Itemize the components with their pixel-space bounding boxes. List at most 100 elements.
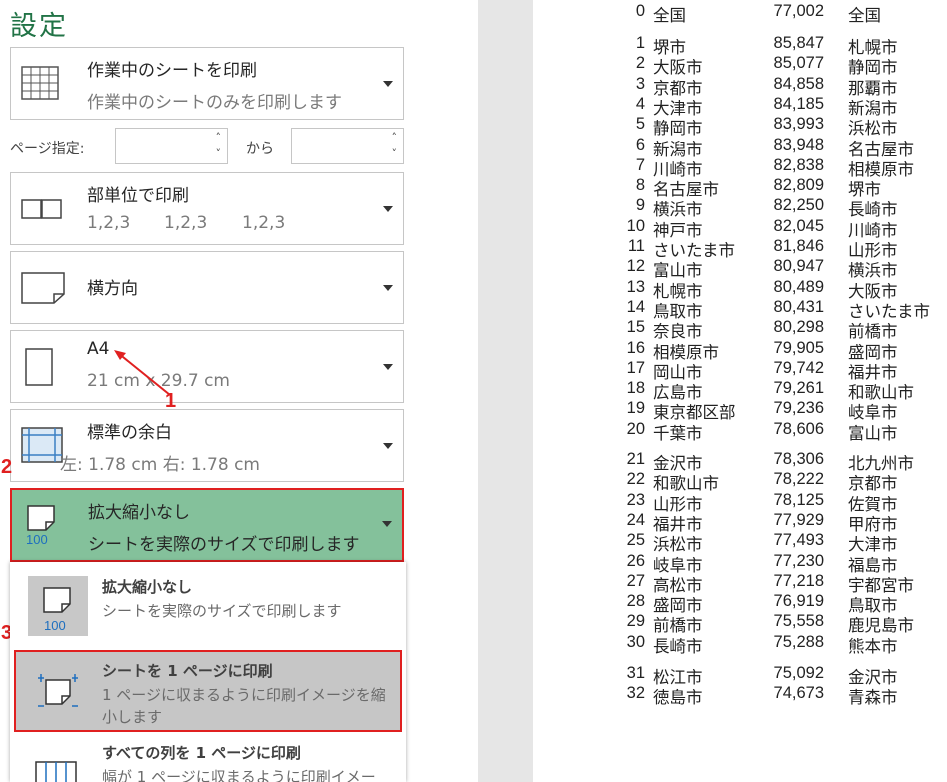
value-cell: 79,236 xyxy=(773,399,824,418)
annotation-badge-1: 1 xyxy=(165,390,177,412)
table-row: 3 京都市 84,858 那覇市 xyxy=(533,75,947,98)
menu-item-title: シートを 1 ページに印刷 xyxy=(102,662,273,680)
page-range-label: ページ指定: xyxy=(10,141,85,157)
margins-icon xyxy=(21,427,63,467)
rank-cell: 6 xyxy=(635,135,645,154)
rank-cell: 0 xyxy=(635,2,645,20)
city-cell: 徳島市 xyxy=(653,689,703,708)
scaling-dropdown[interactable]: 100 拡大縮小なし シートを実際のサイズで印刷します xyxy=(10,488,404,562)
value-cell: 82,045 xyxy=(773,216,824,235)
value-cell: 78,306 xyxy=(773,450,824,468)
print-settings-panel: 設定 作業中のシートを印刷 作業中のシートのみを印刷します ページ指定: ˄ ˅… xyxy=(0,0,478,782)
rank-cell: 13 xyxy=(626,277,645,296)
table-row: 26 岐阜市 77,230 福島市 xyxy=(533,551,947,575)
rank-cell: 10 xyxy=(626,216,645,235)
value-cell: 75,288 xyxy=(773,632,824,651)
spin-down-icon[interactable]: ˅ xyxy=(216,148,222,160)
menu-icon-text: 100 xyxy=(44,618,66,633)
rank-cell: 23 xyxy=(626,490,645,509)
orientation-label: 横方向 xyxy=(87,279,138,299)
table-row: 12 富山市 80,947 横浜市 xyxy=(533,257,947,280)
table-row: 14 鳥取市 80,431 さいたま市 xyxy=(533,297,947,321)
scaling-100-icon: 100 xyxy=(28,576,88,636)
chevron-down-icon xyxy=(383,81,393,87)
scaling-100-icon: 100 xyxy=(24,502,60,550)
spin-down-icon[interactable]: ˅ xyxy=(392,148,398,160)
table-row: 23 山形市 78,125 佐賀市 xyxy=(533,490,947,514)
spin-up-icon[interactable]: ˄ xyxy=(216,132,222,144)
value-cell: 83,948 xyxy=(773,135,824,154)
rank-cell: 32 xyxy=(626,684,645,703)
table-row: 4 大津市 84,185 新潟市 xyxy=(533,94,947,118)
table-row: 20 千葉市 78,606 富山市 xyxy=(533,419,947,443)
table-row: 25 浜松市 77,493 大津市 xyxy=(533,531,947,554)
rank-cell: 14 xyxy=(626,297,645,316)
scaling-options-menu: 100 拡大縮小なし シートを実際のサイズで印刷します シートを 1 ページに印… xyxy=(10,562,406,782)
scaling-desc: シートを実際のサイズで印刷します xyxy=(88,535,360,555)
chevron-down-icon xyxy=(383,285,393,291)
margins-label: 標準の余白 xyxy=(87,423,172,443)
paper-size-dropdown[interactable]: A4 21 cm x 29.7 cm xyxy=(10,330,404,403)
collate-desc-1: 1,2,3 xyxy=(87,213,131,233)
portrait-page-icon xyxy=(25,348,53,390)
table-row: 31 松江市 75,092 金沢市 xyxy=(533,664,947,687)
table-row: 11 さいたま市 81,846 山形市 xyxy=(533,237,947,260)
city-cell: 長崎市 xyxy=(653,637,703,656)
page-from-input[interactable]: ˄ ˅ xyxy=(115,128,228,164)
rank-cell: 25 xyxy=(626,531,645,550)
rank-cell: 28 xyxy=(626,592,645,611)
table-row: 32 徳島市 74,673 青森市 xyxy=(533,684,947,707)
value-cell: 78,606 xyxy=(773,419,824,438)
print-scope-desc: 作業中のシートのみを印刷します xyxy=(87,93,342,113)
menu-item-no-scaling[interactable]: 100 拡大縮小なし シートを実際のサイズで印刷します xyxy=(14,564,402,648)
value-cell: 75,558 xyxy=(773,612,824,631)
rank-cell: 7 xyxy=(635,155,645,174)
collate-icon xyxy=(21,199,63,223)
value-cell: 80,431 xyxy=(773,297,824,316)
print-scope-dropdown[interactable]: 作業中のシートを印刷 作業中のシートのみを印刷します xyxy=(10,47,404,120)
menu-item-fit-columns-one-page[interactable]: すべての列を 1 ページに印刷 幅が 1 ページに収まるように印刷イメー xyxy=(14,734,402,782)
rank-cell: 30 xyxy=(626,632,645,651)
rank-cell: 11 xyxy=(627,237,645,255)
collate-dropdown[interactable]: 部単位で印刷 1,2,3 1,2,3 1,2,3 xyxy=(10,172,404,245)
menu-item-fit-sheet-one-page[interactable]: シートを 1 ページに印刷 1 ページに収まるように印刷イメージを縮小します xyxy=(14,650,402,732)
table-row: 22 和歌山市 78,222 京都市 xyxy=(533,470,947,493)
value-cell: 78,125 xyxy=(773,490,824,509)
menu-item-title: 拡大縮小なし xyxy=(102,578,193,596)
rank-cell: 22 xyxy=(626,470,645,489)
fit-columns-icon xyxy=(34,760,78,782)
city2-cell: 富山市 xyxy=(848,424,898,443)
print-scope-label: 作業中のシートを印刷 xyxy=(87,61,257,81)
paper-size-label: A4 xyxy=(87,339,110,359)
menu-item-title: すべての列を 1 ページに印刷 xyxy=(102,744,301,762)
table-row: 13 札幌市 80,489 大阪市 xyxy=(533,277,947,301)
rank-cell: 18 xyxy=(626,379,645,398)
value-cell: 75,092 xyxy=(773,664,824,682)
value-cell: 77,218 xyxy=(773,571,824,590)
rank-cell: 17 xyxy=(626,358,645,377)
city2-cell: 全国 xyxy=(848,7,881,25)
table-row: 15 奈良市 80,298 前橋市 xyxy=(533,318,947,341)
menu-item-desc: 幅が 1 ページに収まるように印刷イメー xyxy=(102,768,376,782)
page-to-input[interactable]: ˄ ˅ xyxy=(291,128,404,164)
rank-cell: 4 xyxy=(635,94,645,113)
value-cell: 82,838 xyxy=(773,155,824,174)
table-row: 8 名古屋市 82,809 堺市 xyxy=(533,176,947,199)
rank-cell: 26 xyxy=(626,551,645,570)
value-cell: 80,298 xyxy=(773,318,824,337)
rank-cell: 5 xyxy=(635,115,645,134)
value-cell: 83,993 xyxy=(773,115,824,134)
margins-dropdown[interactable]: 標準の余白 左: 1.78 cm 右: 1.78 cm xyxy=(10,409,404,482)
rank-cell: 8 xyxy=(635,176,645,195)
chevron-down-icon xyxy=(383,364,393,370)
print-preview-page: 0 全国 77,002 全国 1 堺市 85,847 札幌市 2 大阪市 85,077 静岡市… xyxy=(533,0,947,782)
table-row: 30 長崎市 75,288 熊本市 xyxy=(533,632,947,656)
city2-cell: 熊本市 xyxy=(848,637,898,656)
preview-header-row: 0 全国 77,002 全国 xyxy=(533,2,947,25)
city2-cell: 青森市 xyxy=(848,689,898,708)
orientation-dropdown[interactable]: 横方向 xyxy=(10,251,404,324)
spin-up-icon[interactable]: ˄ xyxy=(392,132,398,144)
rank-cell: 21 xyxy=(626,450,645,468)
scaling-label: 拡大縮小なし xyxy=(88,503,190,523)
menu-item-desc: シートを実際のサイズで印刷します xyxy=(102,602,342,620)
